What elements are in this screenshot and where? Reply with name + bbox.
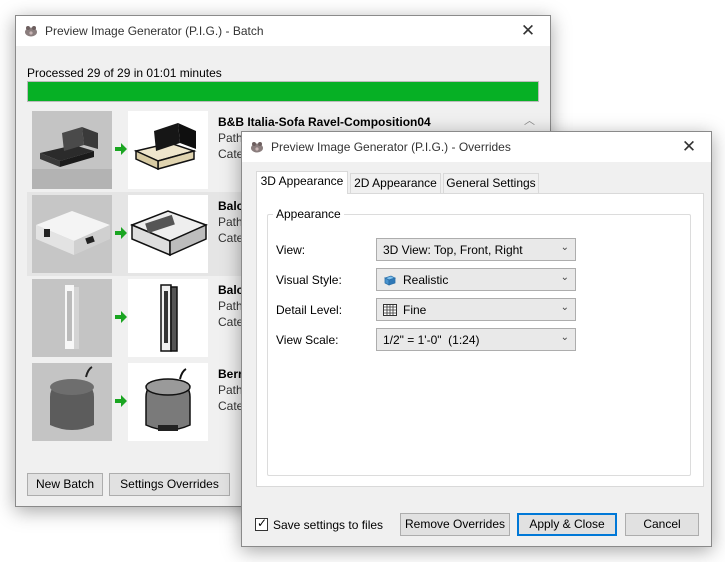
chevron-down-icon: ⌄ [560, 302, 569, 313]
detail-level-dropdown[interactable]: Fine ⌄ [376, 298, 576, 321]
item-category-label: Cate [218, 315, 244, 329]
settings-overrides-button[interactable]: Settings Overrides [109, 473, 230, 496]
item-name: Balc [218, 283, 244, 297]
item-path-label: Path [218, 131, 243, 145]
arrow-right-icon [114, 226, 128, 240]
overrides-dialog: Preview Image Generator (P.I.G.) - Overr… [241, 131, 712, 547]
view-label: View: [276, 243, 306, 257]
chevron-down-icon: ⌄ [560, 272, 569, 283]
rendered-thumbnail [128, 363, 208, 441]
overrides-dialog-title: Preview Image Generator (P.I.G.) - Overr… [271, 140, 511, 154]
item-path-label: Path [218, 383, 243, 397]
view-scale-value: 1/2" = 1'-0" (1:24) [383, 333, 480, 347]
pig-app-icon [24, 24, 38, 41]
save-settings-checkbox[interactable]: ✓ [255, 516, 268, 531]
realistic-style-icon [383, 273, 397, 287]
item-name: Balc [218, 199, 244, 213]
source-thumbnail [32, 195, 112, 273]
rendered-thumbnail [128, 111, 208, 189]
chevron-down-icon: ⌄ [560, 242, 569, 253]
arrow-right-icon [114, 142, 128, 156]
arrow-right-icon [114, 310, 128, 324]
item-name: Berr [218, 367, 243, 381]
visual-style-dropdown[interactable]: Realistic ⌄ [376, 268, 576, 291]
tab-3d-appearance[interactable]: 3D Appearance [256, 171, 348, 194]
item-category-label: Cate [218, 399, 244, 413]
source-thumbnail [32, 363, 112, 441]
overrides-close-icon[interactable]: ✕ [667, 132, 711, 162]
tab-2d-appearance[interactable]: 2D Appearance [350, 173, 441, 193]
visual-style-label: Visual Style: [276, 273, 342, 287]
appearance-group-title: Appearance [273, 207, 344, 221]
overrides-titlebar[interactable]: Preview Image Generator (P.I.G.) - Overr… [242, 132, 711, 162]
progress-status-text: Processed 29 of 29 in 01:01 minutes [27, 66, 222, 80]
batch-close-icon[interactable]: ✕ [506, 16, 550, 46]
progress-bar-fill [28, 82, 538, 101]
remove-overrides-button[interactable]: Remove Overrides [400, 513, 510, 536]
batch-window-title: Preview Image Generator (P.I.G.) - Batch [45, 24, 264, 38]
rendered-thumbnail [128, 279, 208, 357]
visual-style-value: Realistic [403, 273, 449, 287]
source-thumbnail [32, 111, 112, 189]
view-value: 3D View: Top, Front, Right [383, 243, 523, 257]
apply-close-button[interactable]: Apply & Close [517, 513, 617, 536]
tab-panel-3d-appearance: Appearance View: 3D View: Top, Front, Ri… [256, 193, 704, 487]
save-settings-label[interactable]: Save settings to files [273, 518, 383, 532]
item-path-label: Path [218, 299, 243, 313]
item-category-label: Cate [218, 231, 244, 245]
checkmark-icon: ✓ [257, 516, 268, 530]
new-batch-button[interactable]: New Batch [27, 473, 103, 496]
cancel-button[interactable]: Cancel [625, 513, 699, 536]
item-path-label: Path [218, 215, 243, 229]
fine-detail-icon [383, 303, 397, 317]
appearance-group: Appearance View: 3D View: Top, Front, Ri… [267, 207, 691, 476]
view-scale-dropdown[interactable]: 1/2" = 1'-0" (1:24) ⌄ [376, 328, 576, 351]
pig-app-icon [250, 140, 264, 157]
detail-level-label: Detail Level: [276, 303, 343, 317]
chevron-down-icon: ⌄ [560, 332, 569, 343]
arrow-right-icon [114, 394, 128, 408]
rendered-thumbnail [128, 195, 208, 273]
item-category-label: Cate [218, 147, 244, 161]
tab-general-settings[interactable]: General Settings [443, 173, 539, 193]
view-dropdown[interactable]: 3D View: Top, Front, Right ⌄ [376, 238, 576, 261]
item-name: B&B Italia-Sofa Ravel-Composition04 [218, 115, 431, 129]
batch-titlebar[interactable]: Preview Image Generator (P.I.G.) - Batch… [16, 16, 550, 46]
batch-progress-bar [27, 81, 539, 102]
source-thumbnail [32, 279, 112, 357]
chevron-up-icon[interactable]: ︿ [524, 112, 535, 128]
view-scale-label: View Scale: [276, 333, 339, 347]
detail-level-value: Fine [403, 303, 427, 317]
